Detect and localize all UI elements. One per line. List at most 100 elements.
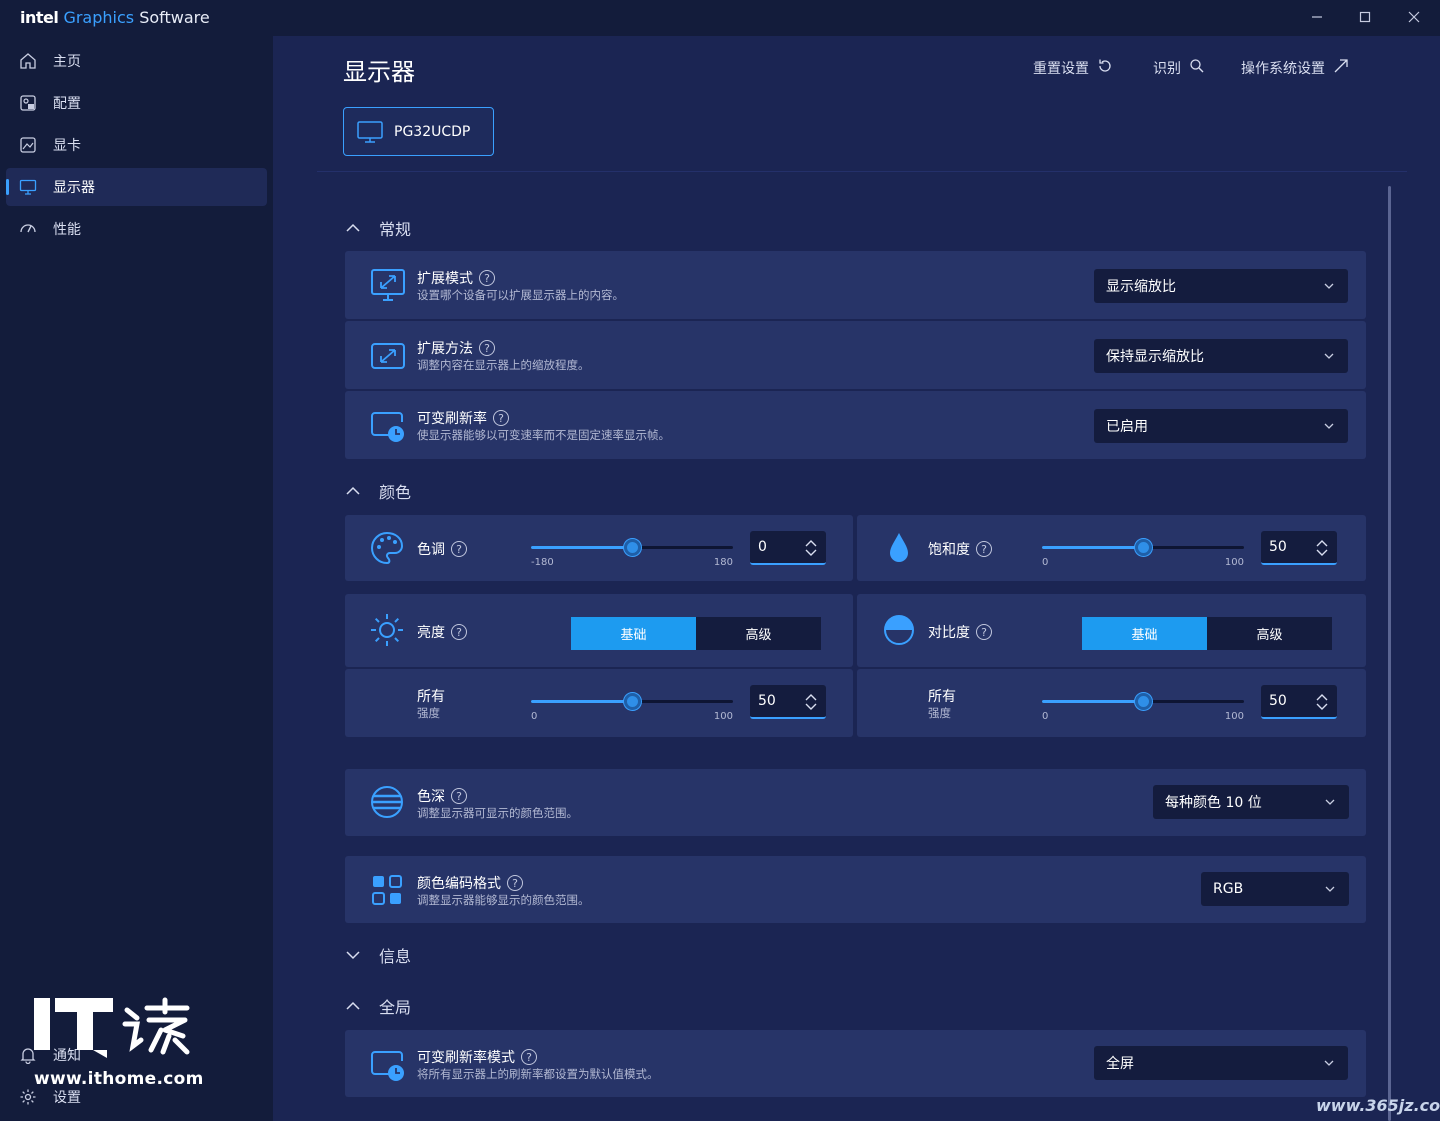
chevron-up-icon	[345, 220, 361, 236]
color-depth-label: 色深	[417, 789, 445, 805]
hue-value: 0	[758, 539, 767, 555]
section-info-header[interactable]: 信息	[345, 943, 411, 967]
slider-fill	[531, 546, 632, 549]
monitor-tab-pg32ucdp[interactable]: PG32UCDP	[343, 107, 494, 156]
help-icon[interactable]: ?	[451, 541, 467, 557]
slider-thumb[interactable]	[1135, 693, 1152, 710]
minimize-button[interactable]	[1305, 6, 1329, 28]
ithome-logo	[33, 996, 193, 1062]
scaling-method-select[interactable]: 保持显示缩放比	[1094, 339, 1348, 373]
section-title: 颜色	[379, 483, 412, 502]
scaling-mode-label: 扩展模式	[417, 271, 473, 287]
chevron-down-icon	[1322, 279, 1336, 293]
help-icon[interactable]: ?	[479, 270, 495, 286]
vrr-mode-select[interactable]: 全屏	[1094, 1046, 1348, 1080]
contrast-slider[interactable]: 0 100	[1042, 690, 1244, 722]
slider-thumb[interactable]	[624, 693, 641, 710]
chevron-down-icon	[1323, 795, 1337, 809]
hue-slider[interactable]: -180 180	[531, 536, 733, 568]
identify-button[interactable]: 识别	[1153, 58, 1205, 78]
watermark-url: www.ithome.com	[34, 1069, 204, 1089]
chevron-down-icon	[1322, 349, 1336, 363]
brightness-channel-sub: 强度	[417, 706, 440, 720]
hue-stepper[interactable]: 0	[750, 531, 826, 565]
reset-label: 重置设置	[1033, 61, 1089, 77]
sidebar-item-profile[interactable]: 配置	[6, 84, 267, 122]
app-brand: intel Graphics Software	[20, 8, 210, 27]
brightness-basic-tab[interactable]: 基础	[571, 617, 696, 650]
slider-fill	[1042, 546, 1143, 549]
color-encoding-label: 颜色编码格式	[417, 876, 501, 892]
scaling-mode-row: 扩展模式 ? 设置哪个设备可以扩展显示器上的内容。 显示缩放比	[345, 251, 1366, 319]
monitor-icon	[356, 120, 384, 144]
home-icon	[19, 52, 37, 70]
color-depth-select[interactable]: 每种颜色 10 位	[1153, 785, 1349, 819]
saturation-value: 50	[1269, 539, 1287, 555]
vrr-select[interactable]: 已启用	[1094, 409, 1348, 443]
help-icon[interactable]: ?	[976, 624, 992, 640]
sidebar-item-graphics[interactable]: 显卡	[6, 126, 267, 164]
brightness-title: 亮度 ?	[417, 622, 467, 642]
section-color-header[interactable]: 颜色	[345, 479, 411, 503]
section-title: 常规	[379, 220, 412, 239]
help-icon[interactable]: ?	[507, 875, 523, 891]
brightness-mode-toggle: 基础 高级	[571, 617, 821, 650]
help-icon[interactable]: ?	[976, 541, 992, 557]
maximize-button[interactable]	[1353, 6, 1377, 28]
brightness-stepper[interactable]: 50	[750, 685, 826, 719]
sidebar-item-label: 性能	[53, 222, 81, 238]
scaling-mode-title: 扩展模式 ?	[417, 268, 495, 288]
scaling-mode-select[interactable]: 显示缩放比	[1094, 269, 1348, 303]
section-global-header[interactable]: 全局	[345, 994, 411, 1018]
sidebar-item-display[interactable]: 显示器	[6, 168, 267, 206]
reset-settings-button[interactable]: 重置设置	[1033, 58, 1113, 78]
contrast-row: 对比度 ? 基础 高级	[857, 594, 1366, 667]
slider-thumb[interactable]	[624, 539, 641, 556]
color-encoding-row: 颜色编码格式 ? 调整显示器能够显示的颜色范围。 RGB	[345, 856, 1366, 923]
sidebar: 主页 配置 显卡 显示器 性能 通知 设置	[0, 36, 273, 1121]
chevron-down-icon	[345, 947, 361, 963]
sidebar-item-label: 配置	[53, 96, 81, 112]
help-icon[interactable]: ?	[493, 410, 509, 426]
brightness-advanced-tab[interactable]: 高级	[696, 617, 821, 650]
sidebar-item-home[interactable]: 主页	[6, 42, 267, 80]
vrr-mode-value: 全屏	[1106, 1056, 1134, 1072]
saturation-slider[interactable]: 0 100	[1042, 536, 1244, 568]
contrast-advanced-tab[interactable]: 高级	[1207, 617, 1332, 650]
help-icon[interactable]: ?	[451, 788, 467, 804]
scrollbar[interactable]	[1388, 186, 1391, 1121]
hue-row: 色调 ? -180 180 0	[345, 515, 853, 581]
help-icon[interactable]: ?	[521, 1049, 537, 1065]
divider	[317, 171, 1407, 172]
sidebar-item-performance[interactable]: 性能	[6, 210, 267, 248]
palette-icon	[369, 530, 405, 566]
slider-fill	[1042, 700, 1143, 703]
slider-max-label: 180	[713, 557, 733, 568]
os-settings-link[interactable]: 操作系统设置	[1241, 58, 1349, 78]
updown-arrows-icon[interactable]	[804, 693, 818, 711]
help-icon[interactable]: ?	[451, 624, 467, 640]
saturation-label: 饱和度	[928, 542, 970, 558]
brightness-slider[interactable]: 0 100	[531, 690, 733, 722]
chevron-down-icon	[1323, 882, 1337, 896]
contrast-basic-tab[interactable]: 基础	[1082, 617, 1207, 650]
updown-arrows-icon[interactable]	[804, 539, 818, 557]
contrast-stepper[interactable]: 50	[1261, 685, 1337, 719]
updown-arrows-icon[interactable]	[1315, 539, 1329, 557]
vrr-value: 已启用	[1106, 419, 1148, 435]
slider-min-label: 0	[1042, 711, 1049, 722]
slider-thumb[interactable]	[1135, 539, 1152, 556]
chevron-up-icon	[345, 998, 361, 1014]
updown-arrows-icon[interactable]	[1315, 693, 1329, 711]
vrr-mode-row: 可变刷新率模式 ? 将所有显示器上的刷新率都设置为默认值模式。 全屏	[345, 1030, 1366, 1097]
section-general-header[interactable]: 常规	[345, 216, 411, 240]
color-encoding-select[interactable]: RGB	[1201, 872, 1349, 906]
contrast-value: 50	[1269, 693, 1287, 709]
brightness-value: 50	[758, 693, 776, 709]
hue-title: 色调 ?	[417, 539, 467, 559]
close-button[interactable]	[1402, 6, 1426, 28]
scaling-method-icon	[370, 339, 406, 375]
title-bar: intel Graphics Software	[0, 0, 1440, 36]
help-icon[interactable]: ?	[479, 340, 495, 356]
saturation-stepper[interactable]: 50	[1261, 531, 1337, 565]
